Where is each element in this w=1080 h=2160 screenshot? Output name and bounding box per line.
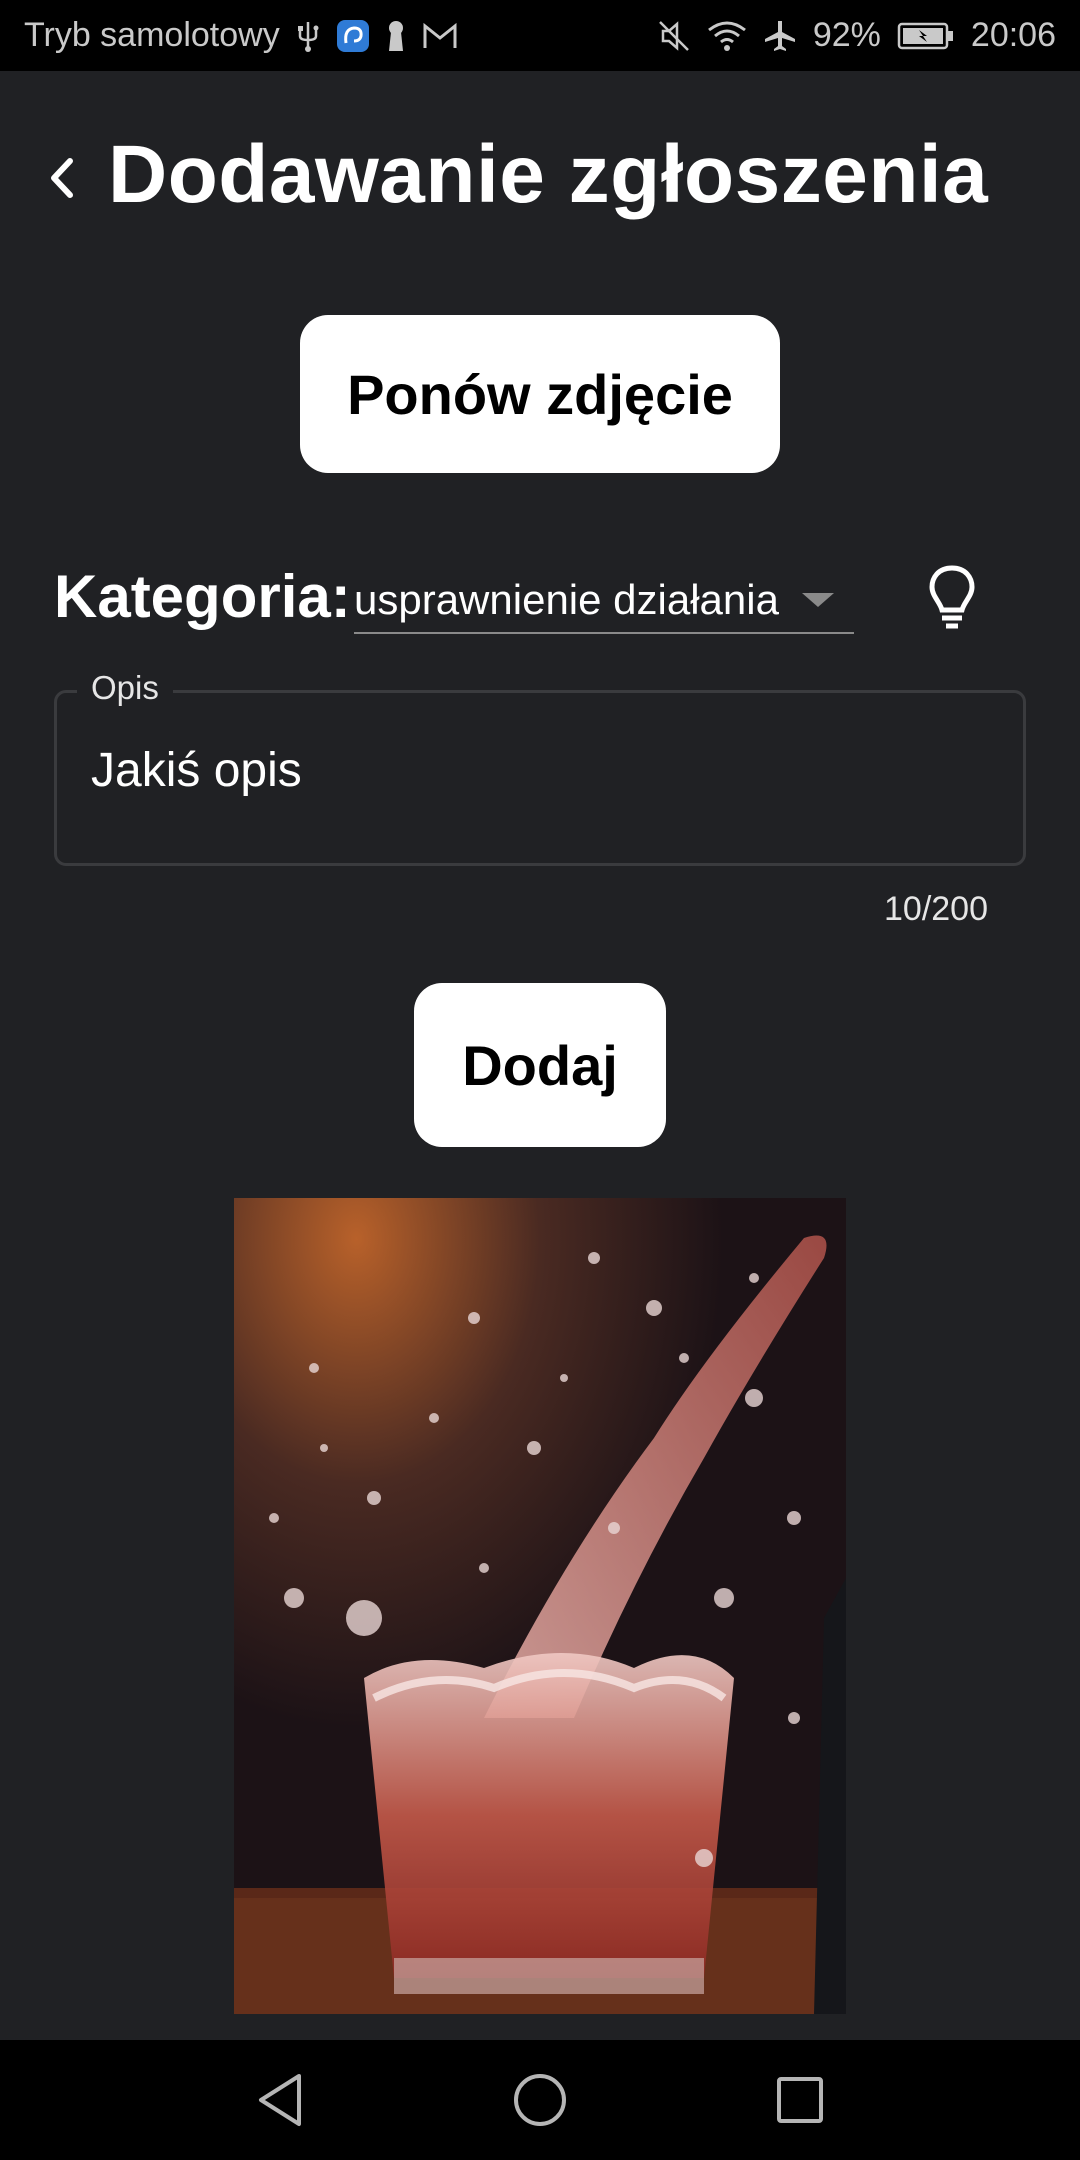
photo-preview: [234, 1198, 846, 2014]
status-bar: Tryb samolotowy 92% 20:06: [0, 0, 1080, 71]
navigation-bar: [0, 2040, 1080, 2160]
clock: 20:06: [970, 16, 1056, 54]
keyhole-icon: [386, 20, 406, 52]
add-button[interactable]: Dodaj: [414, 983, 666, 1147]
char-counter: 10/200: [884, 890, 988, 928]
app-notification-icon: [336, 19, 370, 53]
category-selected-value: usprawnienie działania: [354, 576, 779, 623]
airplane-mode-text: Tryb samolotowy: [24, 16, 280, 54]
wifi-icon: [707, 20, 747, 52]
page-title: Dodawanie zgłoszenia: [108, 129, 989, 220]
lightbulb-icon[interactable]: [924, 562, 980, 634]
status-bar-right: 92% 20:06: [657, 16, 1056, 55]
usb-icon: [296, 20, 320, 52]
nav-recents-icon[interactable]: [760, 2060, 840, 2140]
dropdown-arrow-icon: [802, 593, 834, 607]
category-label: Kategoria:: [54, 563, 351, 630]
nav-back-icon[interactable]: [240, 2060, 320, 2140]
airplane-icon: [763, 19, 797, 53]
description-input[interactable]: [91, 743, 991, 798]
status-bar-left: Tryb samolotowy: [24, 16, 458, 55]
gmail-icon: [422, 22, 458, 50]
back-icon[interactable]: [38, 150, 84, 206]
category-dropdown[interactable]: usprawnienie działania: [354, 568, 854, 634]
nav-home-icon[interactable]: [500, 2060, 580, 2140]
retake-photo-button[interactable]: Ponów zdjęcie: [300, 315, 780, 473]
description-label: Opis: [77, 669, 173, 707]
battery-icon: [897, 21, 955, 51]
description-field[interactable]: Opis: [54, 669, 1026, 866]
battery-percent: 92%: [812, 16, 881, 54]
muted-icon: [657, 19, 691, 53]
